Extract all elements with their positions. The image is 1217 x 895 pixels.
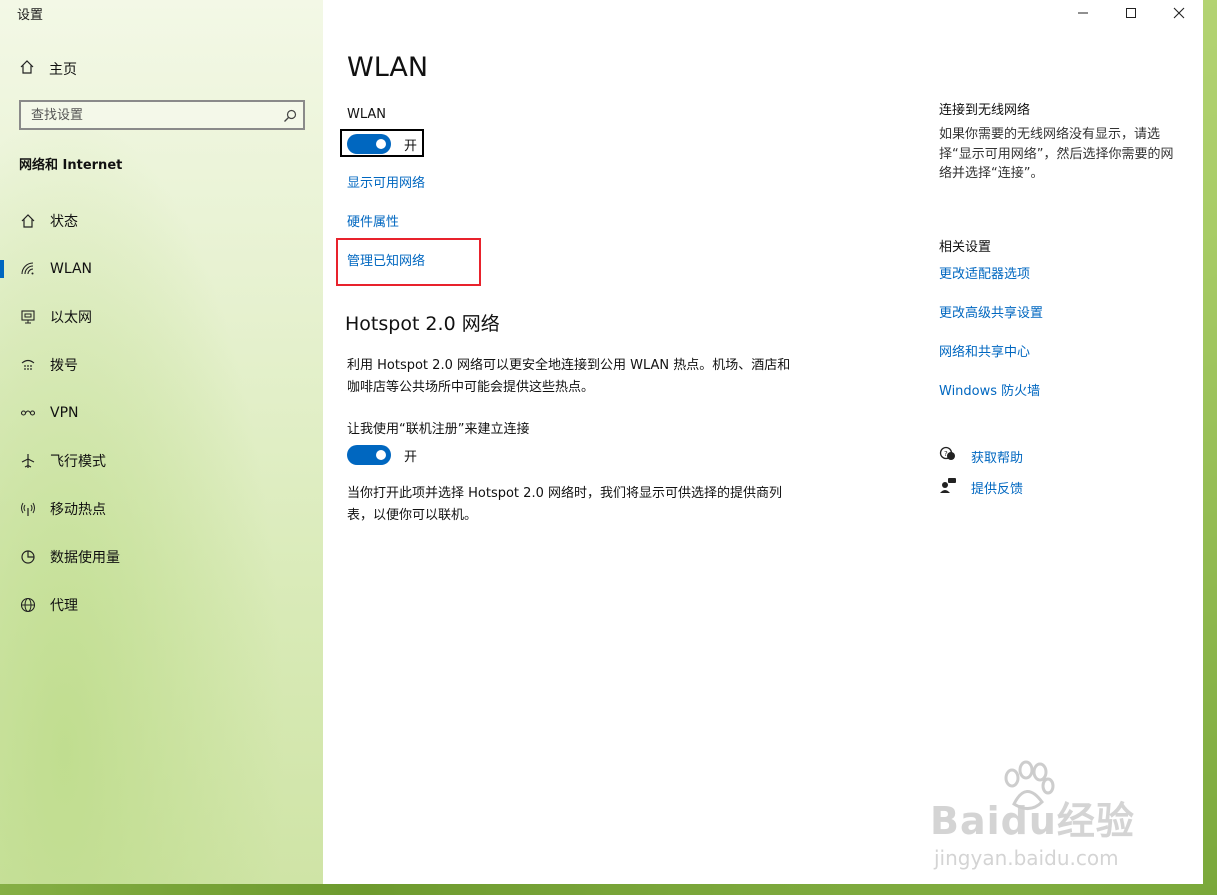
watermark-url: jingyan.baidu.com	[934, 846, 1119, 870]
maximize-button[interactable]	[1107, 0, 1155, 26]
hotspot-heading: Hotspot 2.0 网络	[345, 313, 500, 335]
toggle-switch[interactable]	[347, 445, 391, 465]
toggle-state-label: 开	[404, 138, 418, 154]
hotspot-icon	[19, 500, 37, 518]
search-input[interactable]	[31, 106, 271, 124]
baidu-watermark: Baidu经验 jingyan.baidu.com	[930, 760, 1150, 880]
minimize-button[interactable]	[1059, 0, 1107, 26]
airplane-icon	[19, 452, 37, 470]
online-signup-toggle[interactable]: 开	[347, 445, 417, 465]
connect-wireless-title: 连接到无线网络	[939, 103, 1031, 118]
give-feedback-link[interactable]: 提供反馈	[939, 477, 1023, 497]
wlan-label: WLAN	[347, 107, 387, 122]
toggle-state-label: 开	[404, 449, 418, 465]
windows-firewall-link[interactable]: Windows 防火墙	[939, 380, 1040, 399]
sidebar-item-label: 移动热点	[50, 502, 106, 518]
settings-window: 设置 主页 网络和 Internet 状态 WLAN	[0, 0, 1203, 884]
close-button[interactable]	[1155, 0, 1203, 26]
vpn-icon	[19, 404, 37, 422]
get-help-link[interactable]: ? 获取帮助	[939, 446, 1023, 466]
adapter-options-link[interactable]: 更改适配器选项	[939, 263, 1030, 282]
sidebar-item-label: 飞行模式	[50, 454, 106, 470]
connect-wireless-text: 如果你需要的无线网络没有显示，请选择“显示可用网络”，然后选择你需要的网络并选择…	[939, 127, 1174, 181]
sidebar-item-label: 拨号	[50, 358, 78, 374]
sidebar-item-wlan[interactable]: WLAN	[0, 251, 323, 287]
sidebar-item-label: 数据使用量	[50, 550, 120, 566]
globe-icon	[19, 596, 37, 614]
window-controls	[1059, 0, 1203, 26]
ethernet-icon	[19, 308, 37, 326]
hardware-properties-link[interactable]: 硬件属性	[347, 211, 399, 230]
feedback-person-icon	[939, 477, 957, 497]
sidebar-item-data-usage[interactable]: 数据使用量	[0, 539, 323, 575]
close-icon	[1173, 7, 1185, 19]
sidebar-item-dialup[interactable]: 拨号	[0, 347, 323, 383]
sidebar: 设置 主页 网络和 Internet 状态 WLAN	[0, 0, 323, 884]
highlight-box	[336, 238, 481, 286]
main-content: WLAN WLAN 开 显示可用网络 硬件属性 管理已知网络 Hotspot 2…	[323, 0, 1203, 884]
sidebar-item-label: 代理	[50, 598, 78, 614]
search-box[interactable]	[19, 100, 305, 130]
home-state-icon	[19, 212, 37, 230]
sidebar-item-label: VPN	[50, 405, 79, 421]
app-title: 设置	[17, 8, 44, 23]
hotspot-description: 利用 Hotspot 2.0 网络可以更安全地连接到公用 WLAN 热点。机场、…	[347, 358, 791, 395]
give-feedback-label: 提供反馈	[971, 481, 1024, 497]
search-icon[interactable]	[283, 108, 297, 122]
dialup-icon	[19, 356, 37, 374]
sidebar-item-ethernet[interactable]: 以太网	[0, 299, 323, 335]
watermark-brand: Baidu经验	[930, 799, 1135, 843]
online-signup-label: 让我使用“联机注册”来建立连接	[347, 422, 530, 437]
sidebar-item-label: WLAN	[50, 261, 93, 277]
section-title: 网络和 Internet	[19, 158, 123, 173]
wlan-toggle[interactable]: 开	[347, 134, 417, 154]
sidebar-item-vpn[interactable]: VPN	[0, 395, 323, 431]
advanced-sharing-link[interactable]: 更改高级共享设置	[939, 302, 1043, 321]
sidebar-home[interactable]: 主页	[19, 59, 77, 79]
maximize-icon	[1126, 8, 1136, 18]
sidebar-item-proxy[interactable]: 代理	[0, 587, 323, 623]
svg-text:?: ?	[944, 450, 948, 458]
minimize-icon	[1078, 12, 1088, 14]
sidebar-home-label: 主页	[49, 62, 77, 78]
home-icon	[19, 59, 35, 79]
data-usage-icon	[19, 548, 37, 566]
hotspot-note: 当你打开此项并选择 Hotspot 2.0 网络时，我们将显示可供选择的提供商列…	[347, 486, 782, 523]
help-chat-icon: ?	[939, 446, 957, 466]
sidebar-item-status[interactable]: 状态	[0, 203, 323, 239]
sidebar-item-airplane[interactable]: 飞行模式	[0, 443, 323, 479]
network-sharing-center-link[interactable]: 网络和共享中心	[939, 341, 1030, 360]
get-help-label: 获取帮助	[971, 450, 1024, 466]
sidebar-item-hotspot[interactable]: 移动热点	[0, 491, 323, 527]
sidebar-item-label: 状态	[50, 214, 78, 230]
sidebar-item-label: 以太网	[50, 310, 92, 326]
page-title: WLAN	[347, 52, 429, 83]
related-settings-title: 相关设置	[939, 240, 992, 255]
wifi-icon	[19, 260, 37, 278]
toggle-switch[interactable]	[347, 134, 391, 154]
show-available-networks-link[interactable]: 显示可用网络	[347, 172, 425, 191]
